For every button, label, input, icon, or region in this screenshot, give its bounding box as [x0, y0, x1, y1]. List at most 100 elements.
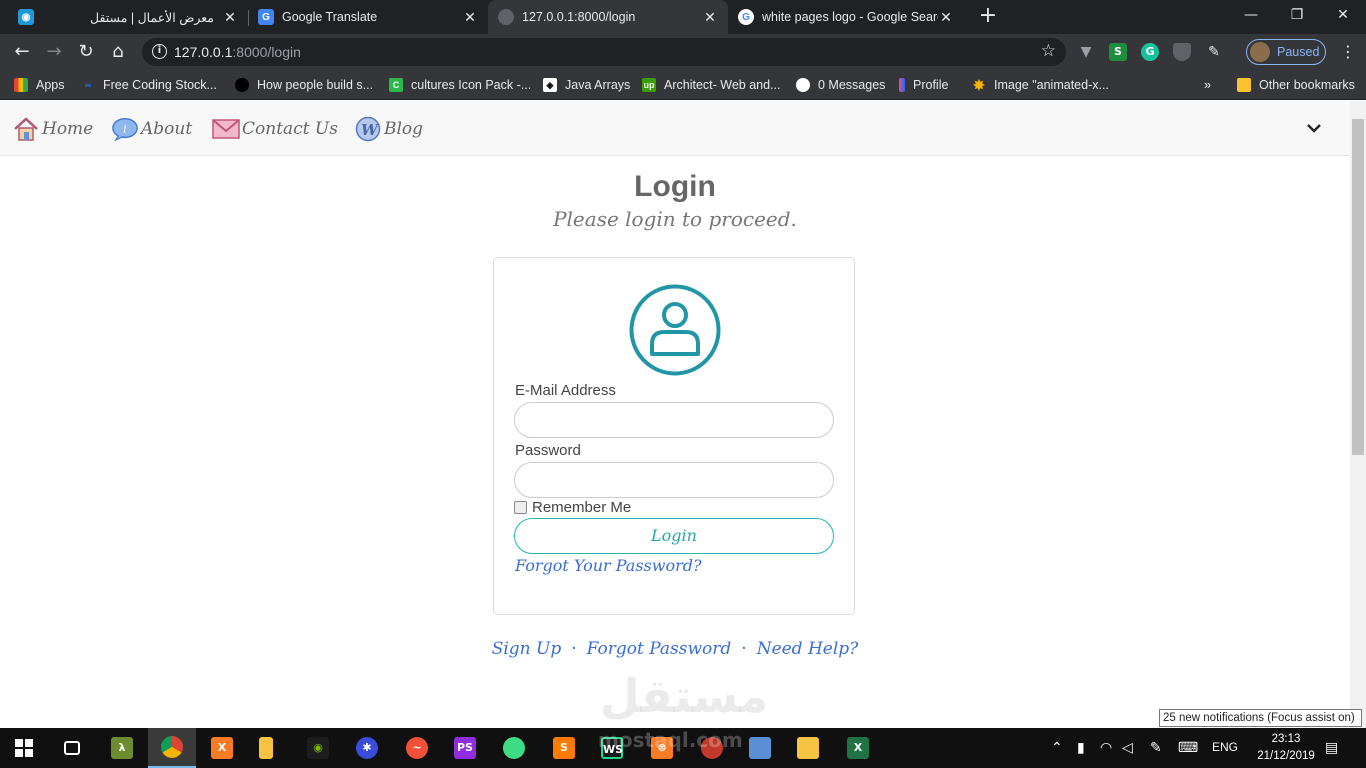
w3-icon: ◈ [543, 78, 557, 92]
clock[interactable]: 23:13 21/12/2019 [1256, 731, 1316, 765]
nav-label: Contact Us [242, 119, 338, 139]
wordpress-icon: W [354, 116, 382, 142]
windows-start-icon[interactable] [0, 728, 48, 768]
network-icon[interactable]: ✱ [343, 728, 391, 768]
wifi-icon[interactable]: ◠ [1100, 739, 1112, 756]
bookmark-apps[interactable]: Apps [14, 76, 65, 94]
more-bookmarks-chevron-icon[interactable]: » [1204, 76, 1211, 94]
new-tab-button[interactable]: + [976, 5, 1000, 29]
lambda-icon[interactable]: λ [98, 728, 146, 768]
tab-login[interactable]: 127.0.0.1:8000/login ✕ [488, 0, 728, 34]
excel-icon[interactable]: X [834, 728, 882, 768]
user-avatar-icon [629, 284, 721, 376]
kebab-menu-icon[interactable]: ⋮ [1340, 42, 1356, 62]
other-bookmarks[interactable]: Other bookmarks [1237, 76, 1355, 94]
maximize-button[interactable]: ❐ [1274, 0, 1320, 30]
bookmark-github[interactable]: How people build s... [235, 76, 373, 94]
home-icon[interactable]: ⌂ [106, 40, 130, 64]
close-window-button[interactable]: ✕ [1320, 0, 1366, 30]
bookmark-messages[interactable]: 0 Messages [796, 76, 885, 94]
task-view-icon[interactable] [48, 728, 96, 768]
email-field[interactable] [514, 402, 834, 438]
bookmark-label: Image "animated-x... [994, 78, 1109, 92]
folder-icon [1237, 78, 1251, 92]
github-icon [235, 78, 249, 92]
close-icon[interactable]: ✕ [702, 9, 718, 26]
tab-google-translate[interactable]: G Google Translate ✕ [248, 0, 488, 34]
bookmark-label: Other bookmarks [1259, 78, 1355, 92]
nav-label: Blog [384, 119, 424, 139]
footer-separator: · [741, 639, 747, 659]
grammarly-icon[interactable]: G [1141, 43, 1159, 61]
pen-workspace-icon[interactable]: ✎ [1150, 739, 1162, 756]
nav-home[interactable]: Home [12, 115, 93, 143]
back-arrow-icon[interactable]: ← [10, 40, 34, 64]
google-icon: G [738, 9, 754, 25]
profile-button[interactable]: Paused [1246, 39, 1326, 65]
info-icon[interactable]: i [152, 44, 167, 59]
phpstorm-icon[interactable]: PS [441, 728, 489, 768]
bookmark-image[interactable]: ✸ Image "animated-x... [972, 76, 1109, 94]
bookmark-free-coding[interactable]: ∞ Free Coding Stock... [81, 76, 217, 94]
globe-icon [498, 9, 514, 25]
bookmark-label: Apps [36, 78, 65, 92]
bookmark-star-icon[interactable]: ☆ [1041, 41, 1056, 61]
reload-icon[interactable]: ↻ [74, 40, 98, 64]
shield-icon[interactable] [1173, 43, 1191, 61]
address-bar[interactable]: i 127.0.0.1:8000/login ☆ [142, 38, 1066, 66]
bookmark-upwork[interactable]: up Architect- Web and... [642, 76, 781, 94]
cultures-icon: C [389, 78, 403, 92]
action-center-icon[interactable]: ▤ [1325, 739, 1338, 756]
login-button[interactable]: Login [514, 518, 834, 554]
keyboard-icon[interactable]: ⌨ [1178, 739, 1198, 756]
sublime-icon[interactable]: S [540, 728, 588, 768]
mail-icon [212, 116, 240, 142]
page-scrollbar[interactable] [1350, 101, 1366, 728]
notification-toast[interactable]: 25 new notifications (Focus assist on) [1159, 709, 1362, 727]
remember-me-label[interactable]: Remember Me [532, 499, 631, 516]
sign-up-link[interactable]: Sign Up [492, 639, 562, 659]
upwork-icon: up [642, 78, 656, 92]
bookmark-profile[interactable]: Profile [899, 76, 948, 94]
android-studio-icon[interactable] [490, 728, 538, 768]
password-label: Password [515, 442, 581, 459]
nav-contact[interactable]: Contact Us [212, 115, 338, 143]
close-icon[interactable]: ✕ [462, 9, 478, 26]
nvidia-icon[interactable]: ◉ [294, 728, 342, 768]
forgot-password-footer-link[interactable]: Forgot Password [587, 639, 732, 659]
swift-icon[interactable]: ~ [393, 728, 441, 768]
nav-blog[interactable]: W Blog [354, 115, 423, 143]
bookmark-java-arrays[interactable]: ◈ Java Arrays [543, 76, 630, 94]
tab-google-search[interactable]: G white pages logo - Google Searc ✕ [728, 0, 964, 34]
translate-icon: G [258, 9, 274, 25]
nav-about[interactable]: i About [111, 115, 192, 143]
tab-mostaql[interactable]: ◉ معرض الأعمال | مستقل ✕ [8, 0, 248, 34]
chevron-down-icon[interactable] [1304, 118, 1324, 138]
pen-icon[interactable]: ✎ [1205, 43, 1223, 61]
close-icon[interactable]: ✕ [222, 9, 238, 26]
s-icon[interactable]: S [1109, 43, 1127, 61]
vue-icon[interactable]: ▼ [1077, 43, 1095, 61]
remember-me-checkbox[interactable] [514, 501, 527, 514]
file-explorer-icon[interactable] [784, 728, 832, 768]
url-text: 127.0.0.1:8000/login [174, 44, 301, 60]
chevron-up-icon[interactable]: ⌃ [1051, 739, 1063, 756]
monitor-icon[interactable] [736, 728, 784, 768]
close-icon[interactable]: ✕ [938, 9, 954, 26]
forgot-password-link[interactable]: Forgot Your Password? [515, 556, 702, 575]
bookmark-cultures[interactable]: C cultures Icon Pack -... [389, 76, 531, 94]
chrome-icon[interactable] [148, 728, 196, 768]
minimize-button[interactable]: — [1228, 0, 1274, 30]
forward-arrow-icon[interactable]: → [42, 40, 66, 64]
behance-icon [899, 78, 905, 92]
language-indicator[interactable]: ENG [1212, 740, 1238, 754]
volume-icon[interactable]: ◁ [1122, 739, 1133, 756]
url-host: 127.0.0.1 [174, 44, 233, 60]
password-field[interactable] [514, 462, 834, 498]
tab-title: 127.0.0.1:8000/login [522, 10, 636, 24]
xampp-icon[interactable]: X [198, 728, 246, 768]
scrollbar-thumb[interactable] [1352, 119, 1364, 455]
need-help-link[interactable]: Need Help? [757, 639, 859, 659]
file-icon[interactable] [242, 728, 290, 768]
battery-icon[interactable]: ▮ [1077, 739, 1085, 756]
